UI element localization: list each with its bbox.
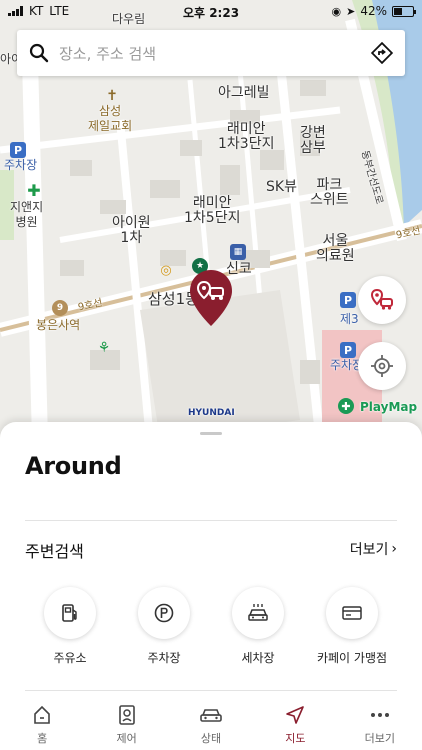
current-location-pin[interactable] (190, 270, 232, 326)
tab-label: 홈 (37, 732, 48, 745)
directions-icon[interactable] (371, 42, 393, 64)
category-label: 카페이 가맹점 (316, 651, 388, 665)
navigation-icon (286, 706, 305, 724)
battery-label: 42% (360, 4, 387, 18)
tab-label: 상태 (200, 732, 222, 745)
screen-lock-icon: ◉ (331, 4, 342, 18)
category-label: 주차장 (147, 651, 181, 665)
tab-label: 더보기 (364, 732, 396, 745)
gas-station-icon (62, 604, 77, 622)
parking-poi-right2-icon[interactable]: P (340, 342, 356, 358)
status-right: ◉ ➤ 42% (331, 4, 416, 18)
map-label-ramian-3: 래미안 1차3단지 (218, 121, 275, 152)
bakery-icon[interactable]: ◎ (158, 262, 174, 278)
church-icon[interactable]: ✝ (104, 88, 120, 104)
category-label: 주유소 (53, 651, 87, 665)
map-label-samsung-church: 삼성 제일교회 (88, 104, 133, 133)
map-label-parking-left: 주차장 (4, 158, 38, 172)
category-gas-station[interactable]: 주유소 (25, 587, 115, 666)
car-status-icon (200, 709, 222, 722)
location-arrow-icon: ➤ (346, 4, 356, 18)
crosshair-icon (371, 355, 393, 377)
parking-poi-icon[interactable]: P (10, 142, 26, 158)
category-label: 세차장 (241, 651, 275, 665)
map-label-aiwon: 아이원 1차 (112, 215, 151, 246)
search-icon (29, 43, 49, 63)
chevron-right-icon: › (391, 541, 397, 557)
card-icon (342, 606, 362, 620)
category-parking[interactable]: 주차장 (119, 587, 209, 666)
category-circle[interactable] (44, 587, 96, 639)
remote-control-icon (118, 705, 135, 725)
car-location-icon (370, 288, 393, 310)
more-dots-icon (370, 713, 389, 717)
tab-control[interactable]: 제어 (84, 700, 168, 750)
home-icon (34, 705, 51, 724)
map-label-jiaenji: 지앤지 병원 (10, 200, 44, 229)
sheet-grabber[interactable] (200, 432, 222, 435)
map-label-agrebil: 아그레빌 (218, 85, 270, 101)
nearby-car-button[interactable] (358, 276, 406, 324)
map-label-skview: SK뷰 (266, 179, 297, 195)
more-link-label: 더보기 (349, 542, 389, 558)
tab-more[interactable]: 더보기 (338, 700, 422, 750)
search-bar[interactable]: 장소, 주소 검색 (17, 30, 405, 76)
map-label-gangbyeon: 강변 삼부 (300, 125, 326, 156)
map-label-ramian-5: 래미안 1차5단지 (184, 195, 241, 226)
battery-fill (394, 7, 402, 15)
my-location-button[interactable] (358, 342, 406, 390)
bank-icon[interactable]: ⚘ (96, 340, 112, 356)
subway-station-icon[interactable]: 9 (52, 300, 68, 316)
divider (25, 520, 397, 521)
map-label-bongeunsa: 봉은사역 (36, 318, 81, 332)
category-circle[interactable] (326, 587, 378, 639)
sheet-title: Around (25, 452, 122, 480)
hospital-cross-icon[interactable]: ✚ (26, 181, 42, 200)
tab-map[interactable]: 지도 (253, 700, 337, 750)
parking-poi-right-icon[interactable]: P (340, 292, 356, 308)
map-label-park-suite: 파크 스위트 (310, 177, 349, 208)
map-label-seoul-clinic: 서울 의료원 (316, 233, 355, 264)
map-label-je3: 제3 (340, 312, 359, 326)
divider (25, 690, 397, 691)
category-circle[interactable] (138, 587, 190, 639)
search-input[interactable]: 장소, 주소 검색 (59, 43, 371, 64)
tab-label: 지도 (285, 732, 306, 745)
category-card-store[interactable]: 카페이 가맹점 (307, 587, 397, 666)
battery-icon (392, 5, 416, 17)
tab-home[interactable]: 홈 (0, 700, 84, 750)
category-car-wash[interactable]: 세차장 (213, 587, 303, 666)
status-bar: KT LTE 오후 2:23 ◉ ➤ 42% (0, 0, 422, 22)
parking-icon (154, 603, 174, 623)
tab-label: 제어 (116, 732, 137, 745)
car-wash-icon (248, 604, 268, 621)
more-link[interactable]: 더보기 › (350, 539, 397, 559)
hyundai-logo: HYUNDAI (188, 408, 235, 418)
section-title: 주변검색 (25, 542, 84, 561)
tab-status[interactable]: 상태 (169, 700, 253, 750)
playmap-logo: PlayMap (360, 400, 418, 414)
tab-bar: 홈 제어 상태 지도 더보기 (0, 700, 422, 750)
building-icon[interactable]: ▦ (230, 244, 246, 260)
category-circle[interactable] (232, 587, 284, 639)
playmap-icon: ✚ (338, 398, 354, 414)
